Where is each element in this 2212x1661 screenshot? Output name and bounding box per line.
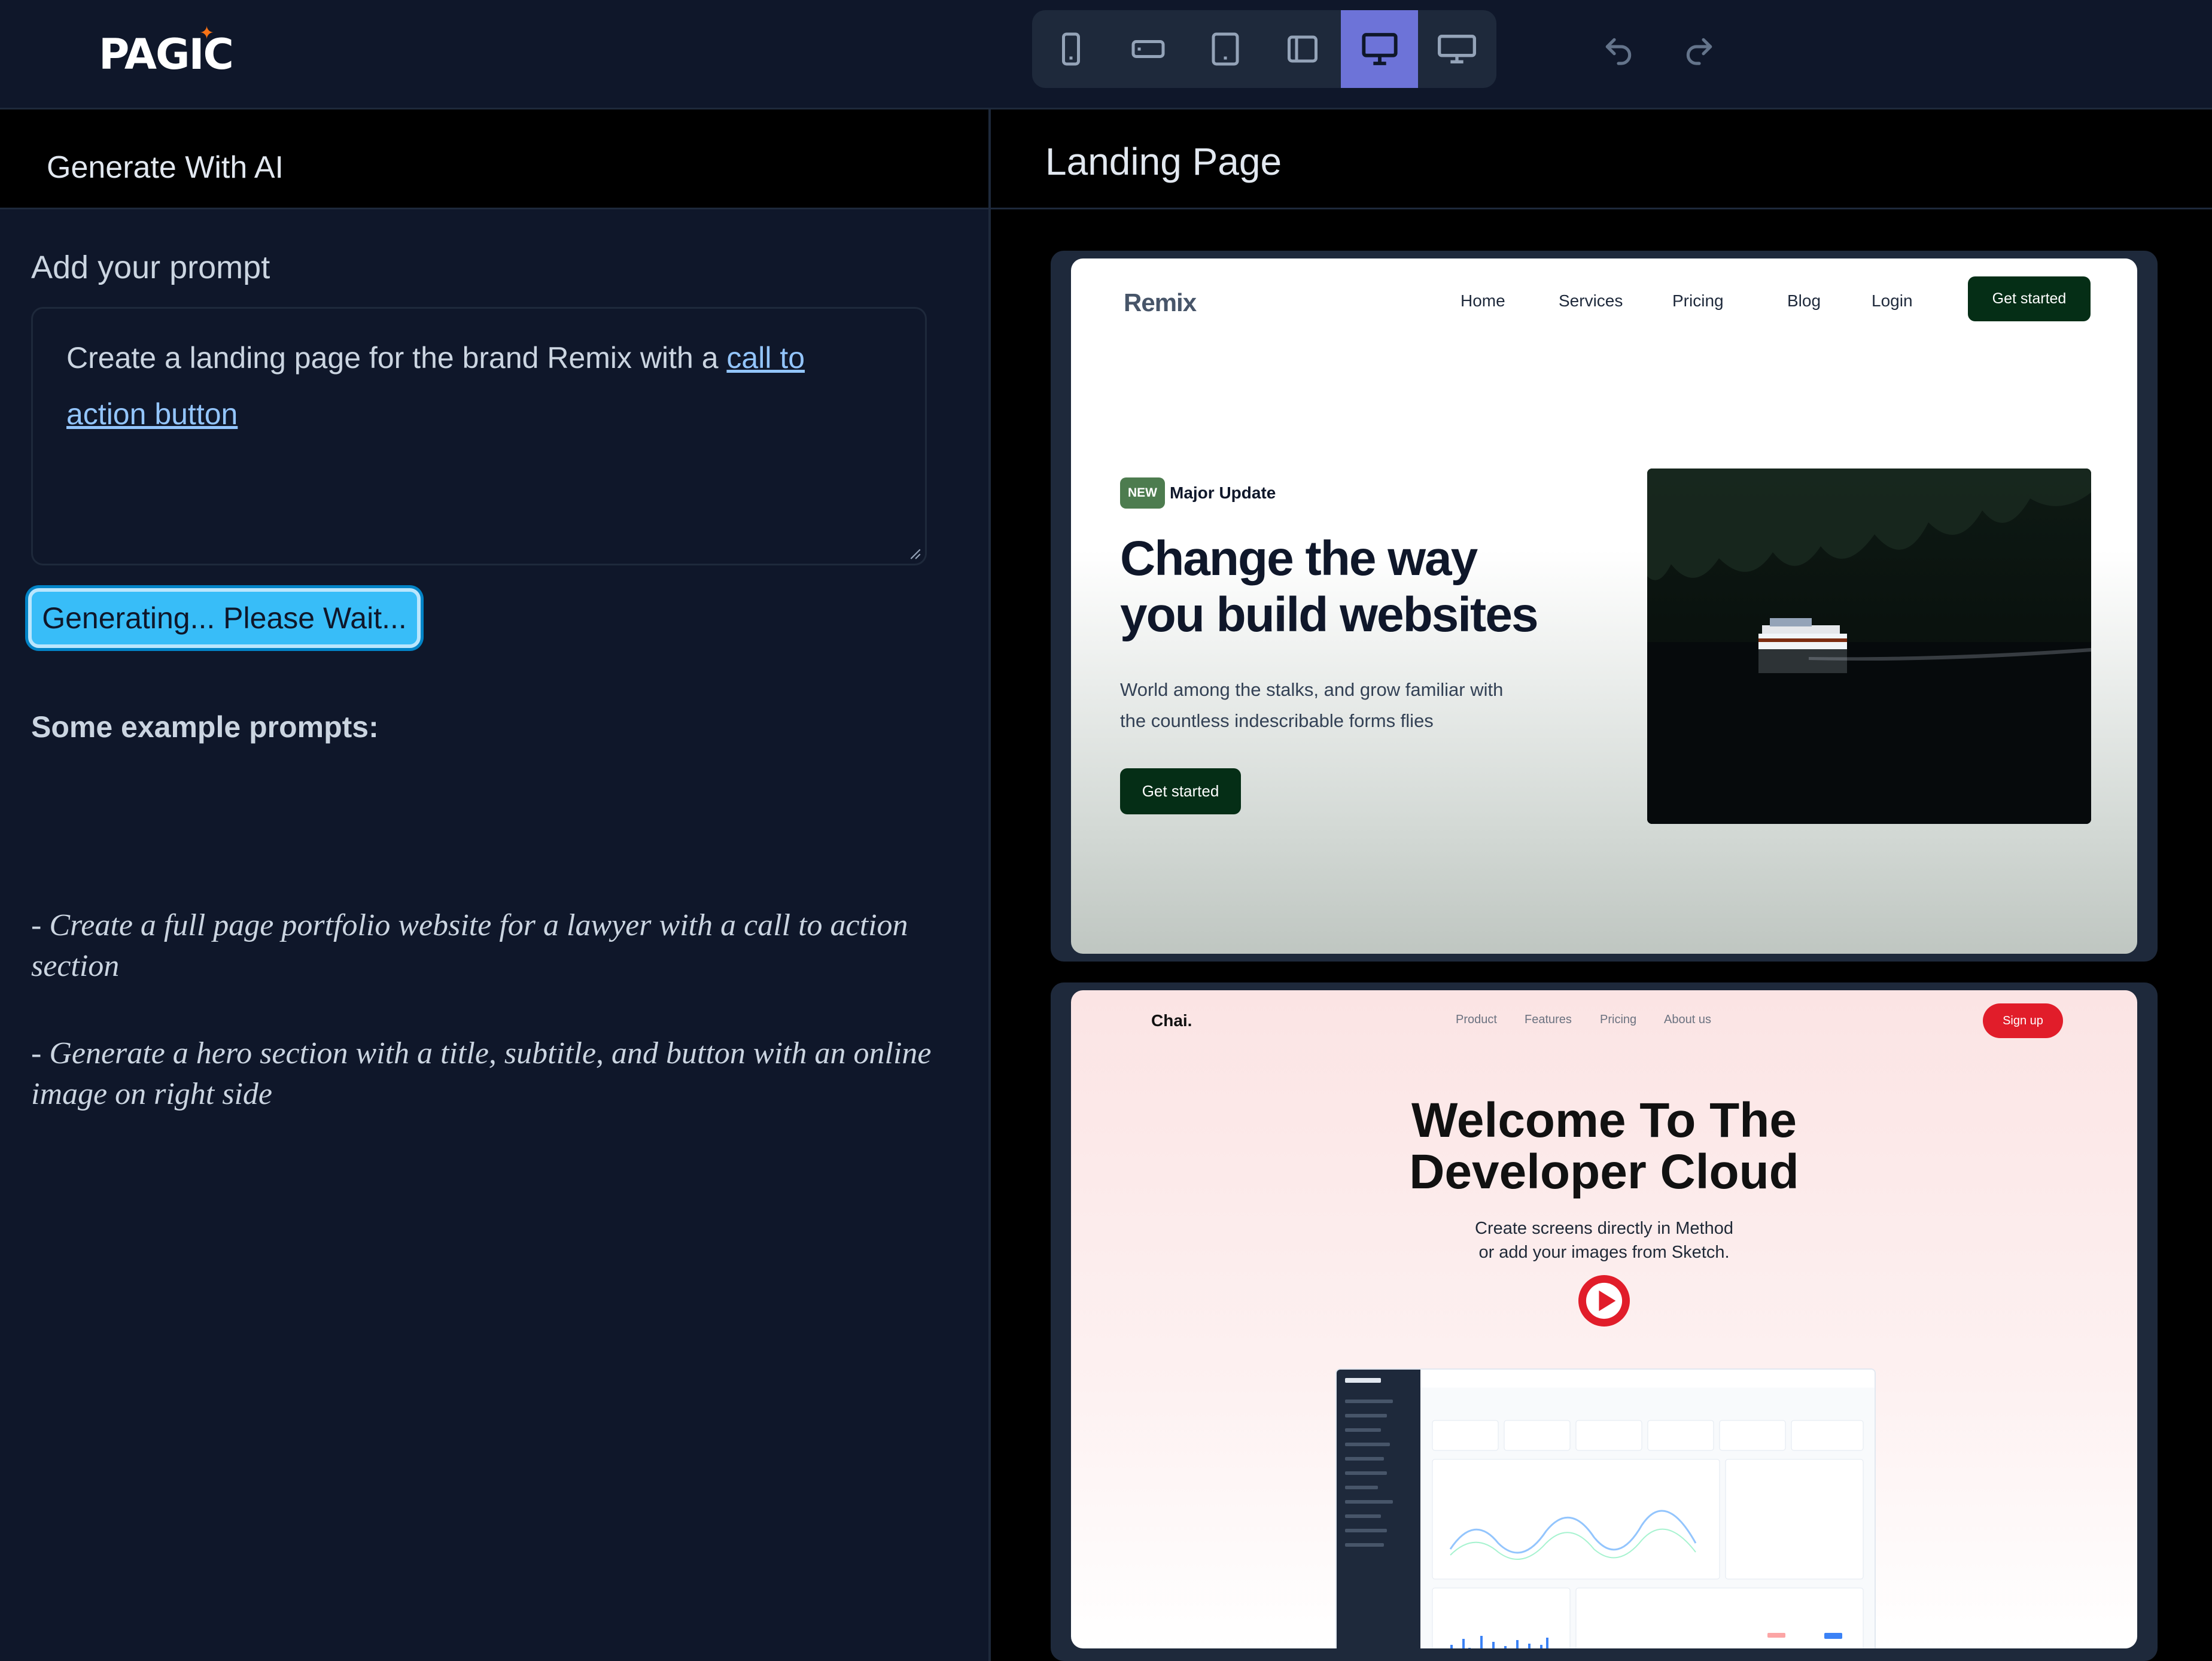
undo-icon (1605, 38, 1632, 65)
tablet-landscape-button[interactable] (1264, 10, 1341, 88)
ai-generator-panel: Generate With AI Add your prompt Create … (0, 109, 991, 1661)
remix-preview: Remix Home Services Pricing Blog Login G… (1071, 258, 2137, 954)
chai-subtitle: Create screens directly in Method or add … (1475, 1219, 1733, 1262)
remix-nav-home: Home (1461, 291, 1505, 310)
templates-header: Landing Page (991, 109, 2212, 209)
template-card-chai[interactable]: Chai. Product Features Pricing About us … (1051, 982, 2158, 1661)
remix-new-badge: NEW (1120, 477, 1165, 509)
remix-nav-services: Services (1559, 291, 1623, 310)
remix-get-started-top: Get started (1968, 276, 2091, 321)
tablet-portrait-icon (1212, 32, 1239, 66)
play-icon (1578, 1275, 1630, 1327)
wide-desktop-icon (1437, 34, 1476, 63)
desktop-icon (1361, 33, 1398, 65)
top-bar: PAGIC ✦ (0, 0, 2212, 109)
panel-header: Generate With AI (0, 109, 988, 209)
app-logo[interactable]: PAGIC ✦ (99, 23, 234, 79)
chai-headline: Welcome To The Developer Cloud (1409, 1093, 1799, 1199)
remix-headline: Change the way you build websites (1120, 531, 1539, 642)
remix-get-started: Get started (1120, 768, 1241, 814)
generate-button[interactable]: Generating... Please Wait... (28, 588, 421, 648)
templates-panel: Landing Page Remix Home Services Pricing… (991, 109, 2212, 1661)
remix-badge-text: Major Update (1170, 483, 1276, 502)
chai-nav-about: About us (1664, 1013, 1711, 1026)
templates-title: Landing Page (1045, 140, 1282, 183)
prompt-text: Create a landing page for the brand Remi… (66, 341, 805, 431)
example-prompt[interactable]: - Generate a hero section with a title, … (31, 1033, 941, 1115)
remix-hero-image (1647, 469, 2091, 824)
desktop-button[interactable] (1341, 10, 1418, 88)
examples-title: Some example prompts: (31, 710, 379, 744)
remix-subtitle: World among the stalks, and grow familia… (1120, 679, 1504, 731)
remix-nav-pricing: Pricing (1672, 291, 1724, 310)
remix-nav-blog: Blog (1787, 291, 1821, 310)
example-prompt[interactable]: - Create a full page portfolio website f… (31, 905, 941, 987)
resize-handle-icon[interactable] (908, 547, 921, 560)
prompt-label: Add your prompt (31, 250, 270, 285)
chai-sign-up: Sign up (1983, 1003, 2063, 1038)
chai-logo: Chai. (1151, 1011, 1192, 1030)
tablet-landscape-icon (1287, 35, 1318, 63)
phone-portrait-button[interactable] (1032, 10, 1109, 88)
device-toggle-group (1032, 10, 1496, 88)
chai-nav-product: Product (1456, 1013, 1497, 1026)
redo-icon (1686, 38, 1712, 65)
undo-button[interactable] (1595, 30, 1642, 72)
phone-portrait-icon (1061, 32, 1080, 66)
chai-nav-pricing: Pricing (1600, 1013, 1637, 1026)
phone-landscape-button[interactable] (1109, 10, 1186, 88)
wide-desktop-button[interactable] (1418, 10, 1495, 88)
dashboard-mockup (1335, 1368, 1876, 1648)
phone-landscape-icon (1131, 40, 1164, 58)
redo-button[interactable] (1675, 30, 1723, 72)
template-card-remix[interactable]: Remix Home Services Pricing Blog Login G… (1051, 251, 2158, 962)
remix-logo: Remix (1124, 288, 1197, 317)
prompt-textarea[interactable]: Create a landing page for the brand Remi… (31, 307, 927, 565)
panel-title: Generate With AI (47, 150, 284, 185)
remix-nav-login: Login (1872, 291, 1913, 310)
chai-nav-features: Features (1525, 1013, 1572, 1026)
sparkle-icon: ✦ (199, 23, 214, 44)
tablet-portrait-button[interactable] (1186, 10, 1264, 88)
chai-preview: Chai. Product Features Pricing About us … (1071, 990, 2137, 1648)
